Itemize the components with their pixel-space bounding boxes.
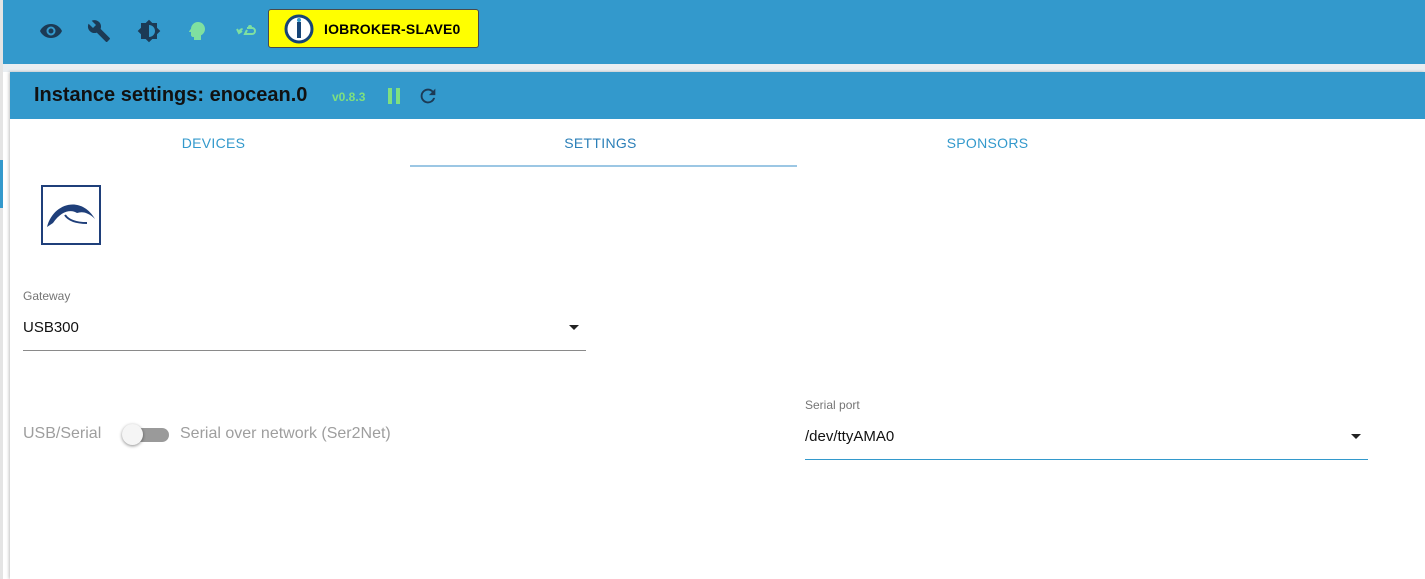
tab-devices[interactable]: DEVICES [20, 119, 407, 167]
left-edge [0, 0, 3, 579]
cloud-sync-icon[interactable] [230, 16, 260, 46]
host-badge[interactable]: IOBROKER-SLAVE0 [268, 9, 479, 48]
gateway-select-value[interactable]: USB300 [23, 319, 79, 336]
serial-port-select-value[interactable]: /dev/ttyAMA0 [805, 428, 894, 445]
chevron-down-icon[interactable] [569, 325, 579, 330]
serial-port-label: Serial port [805, 398, 860, 412]
reload-icon[interactable] [416, 84, 440, 108]
iobroker-logo-icon [284, 14, 314, 43]
pause-icon[interactable] [382, 84, 406, 108]
tab-bar: DEVICES SETTINGS SPONSORS [20, 119, 1425, 167]
tab-indicator [410, 165, 797, 167]
serial-port-select[interactable] [805, 459, 1368, 460]
usb-serial-label: USB/Serial [23, 425, 102, 442]
enocean-logo-icon [41, 185, 101, 245]
page-title: Instance settings: enocean.0 [34, 84, 308, 106]
left-edge-accent [0, 160, 3, 208]
gateway-select[interactable] [23, 350, 586, 351]
head-icon[interactable] [182, 16, 212, 46]
card-header: Instance settings: enocean.0 v0.8.3 [10, 72, 1425, 119]
top-toolbar: IOBROKER-SLAVE0 [3, 0, 1425, 64]
tab-sponsors[interactable]: SPONSORS [794, 119, 1181, 167]
ser2net-label: Serial over network (Ser2Net) [180, 425, 391, 442]
toolbar-shadow [3, 64, 1425, 72]
gateway-label: Gateway [23, 289, 71, 303]
instance-settings-card: Instance settings: enocean.0 v0.8.3 DEVI… [10, 72, 1425, 579]
toggle-thumb[interactable] [122, 424, 143, 445]
tab-settings[interactable]: SETTINGS [407, 119, 794, 167]
brightness-icon[interactable] [134, 16, 164, 46]
wrench-icon[interactable] [84, 16, 114, 46]
host-name: IOBROKER-SLAVE0 [324, 20, 461, 37]
version-badge: v0.8.3 [332, 90, 366, 104]
chevron-down-icon[interactable] [1351, 434, 1361, 439]
eye-icon[interactable] [36, 16, 66, 46]
